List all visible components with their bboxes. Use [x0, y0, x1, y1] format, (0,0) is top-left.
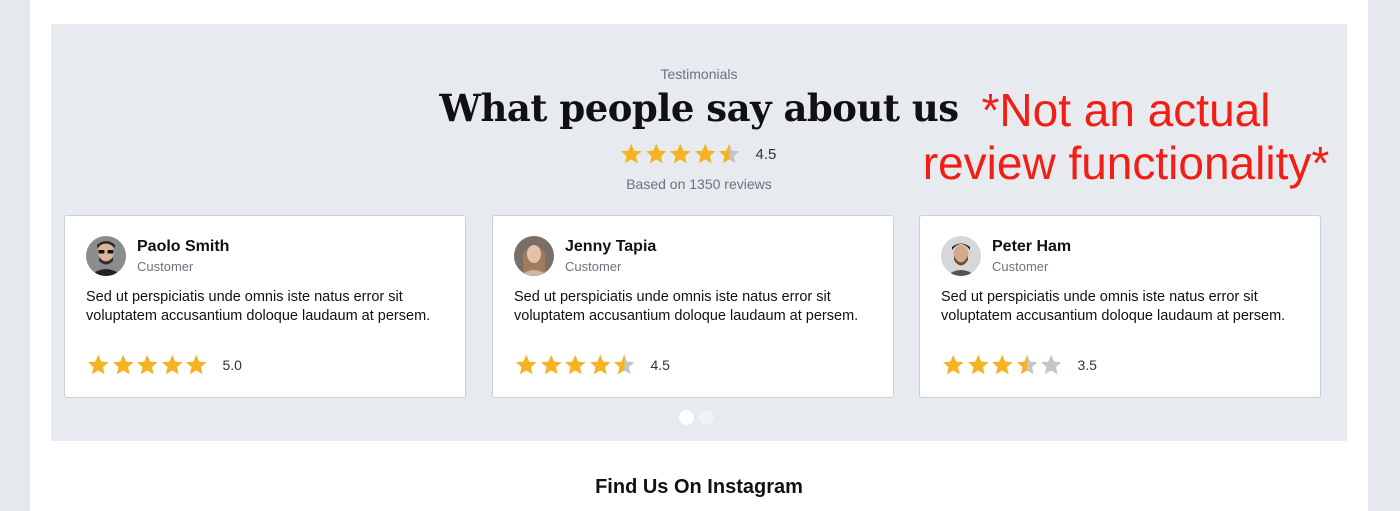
instagram-heading: Find Us On Instagram	[595, 476, 803, 498]
star-icon	[613, 354, 635, 375]
rating-value: 5.0	[222, 357, 242, 373]
star-icon	[112, 354, 134, 375]
review-card: Jenny Tapia Customer Sed ut perspiciatis…	[492, 215, 894, 398]
review-rating: 5.0	[86, 353, 242, 377]
avatar	[941, 236, 981, 276]
star-rating	[86, 353, 209, 377]
star-icon	[185, 354, 207, 375]
star-icon	[991, 354, 1013, 375]
star-icon	[161, 354, 183, 375]
star-icon	[515, 354, 537, 375]
avatar	[86, 236, 126, 276]
overall-star-rating	[619, 142, 742, 166]
overall-rating-value: 4.5	[755, 145, 777, 163]
reviewer-role: Customer	[992, 259, 1049, 274]
star-icon	[620, 143, 642, 164]
review-text: Sed ut perspiciatis unde omnis iste natu…	[941, 289, 1286, 324]
overall-rating: 4.5	[619, 140, 776, 168]
rating-value: 3.5	[1077, 357, 1097, 373]
star-icon	[87, 354, 109, 375]
star-rating	[514, 353, 637, 377]
review-text: Sed ut perspiciatis unde omnis iste natu…	[514, 289, 859, 324]
review-card: Peter Ham Customer Sed ut perspiciatis u…	[919, 215, 1321, 398]
reviewer-name: Jenny Tapia	[565, 238, 657, 255]
testimonials-section: Testimonials What people say about us 4.…	[51, 24, 1347, 441]
star-icon	[1040, 354, 1062, 375]
reviewer-name: Paolo Smith	[137, 238, 230, 255]
disclaimer-line: review functionality*	[922, 137, 1330, 189]
review-text: Sed ut perspiciatis unde omnis iste natu…	[86, 289, 431, 324]
star-rating	[941, 353, 1064, 377]
reviewer-role: Customer	[565, 259, 622, 274]
review-rating: 4.5	[514, 353, 670, 377]
star-icon	[718, 143, 740, 164]
star-icon	[136, 354, 158, 375]
star-icon	[589, 354, 611, 375]
reviewer-role: Customer	[137, 259, 194, 274]
star-icon	[540, 354, 562, 375]
review-card: Paolo Smith Customer Sed ut perspiciatis…	[64, 215, 466, 398]
star-icon	[1016, 354, 1038, 375]
star-icon	[564, 354, 586, 375]
star-icon	[967, 354, 989, 375]
carousel-dot[interactable]	[699, 410, 714, 425]
reviewer-name: Peter Ham	[992, 238, 1072, 255]
disclaimer-note: *Not an actual review functionality*	[907, 84, 1345, 190]
disclaimer-line: *Not an actual	[981, 84, 1271, 136]
review-rating: 3.5	[941, 353, 1097, 377]
star-icon	[694, 143, 716, 164]
carousel-pagination	[679, 410, 714, 425]
section-eyebrow: Testimonials	[660, 66, 738, 82]
avatar	[514, 236, 554, 276]
star-icon	[669, 143, 691, 164]
rating-value: 4.5	[650, 357, 670, 373]
star-icon	[645, 143, 667, 164]
page-container: Testimonials What people say about us 4.…	[30, 0, 1368, 511]
star-icon	[942, 354, 964, 375]
carousel-dot[interactable]	[679, 410, 694, 425]
